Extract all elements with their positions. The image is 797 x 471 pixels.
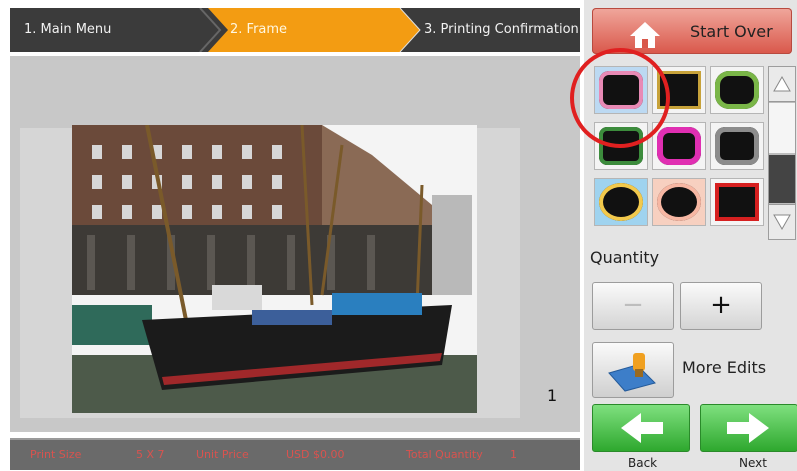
edit-photo-icon [608,353,656,392]
next-button[interactable] [700,404,797,452]
scroll-thumb[interactable] [769,103,795,153]
step-frame[interactable]: 2. Frame [230,8,287,52]
page-number: 1 [547,386,558,405]
back-button[interactable] [592,404,690,452]
chevron-up-icon [773,75,791,92]
home-icon [630,22,660,48]
harbor-photo [72,124,477,413]
unit-price-value: USD $0.00 [286,448,345,461]
arrow-right-icon [727,413,769,443]
arrow-left-icon [621,413,663,443]
highlight-circle-annotation [570,48,670,148]
preview-area: 1 [10,56,580,432]
more-edits-label: More Edits [682,358,767,377]
frame-thumb-5[interactable] [652,122,706,170]
frame-thumb-7[interactable] [594,178,648,226]
step-printing-confirmation[interactable]: 3. Printing Confirmation [424,8,579,52]
quantity-label: Quantity [590,248,660,267]
chevron-down-icon [773,214,791,231]
frame-thumb-3[interactable] [710,66,764,114]
next-label: Next [739,456,767,470]
unit-price-label: Unit Price [196,448,249,461]
back-label: Back [628,456,658,470]
total-quantity-label: Total Quantity [406,448,483,461]
quantity-increase-button[interactable]: + [680,282,762,330]
frame-thumb-9[interactable] [710,178,764,226]
more-edits-button[interactable] [592,342,674,398]
print-size-label: Print Size [30,448,82,461]
step-main-menu[interactable]: 1. Main Menu [24,8,111,52]
frame-thumb-6[interactable] [710,122,764,170]
print-size-value: 5 X 7 [136,448,165,461]
total-quantity-value: 1 [510,448,517,461]
frames-scrollbar[interactable] [768,66,796,240]
info-bar: Print Size 5 X 7 Unit Price USD $0.00 To… [10,438,580,470]
scroll-up-button[interactable] [769,67,795,102]
scroll-down-button[interactable] [769,204,795,239]
photo-preview[interactable] [72,124,477,413]
quantity-decrease-button[interactable]: − [592,282,674,330]
step-bar: 1. Main Menu 2. Frame 3. Printing Confir… [10,8,580,52]
start-over-label: Start Over [690,22,773,41]
frame-thumb-8[interactable] [652,178,706,226]
scroll-track-dark [769,155,795,203]
